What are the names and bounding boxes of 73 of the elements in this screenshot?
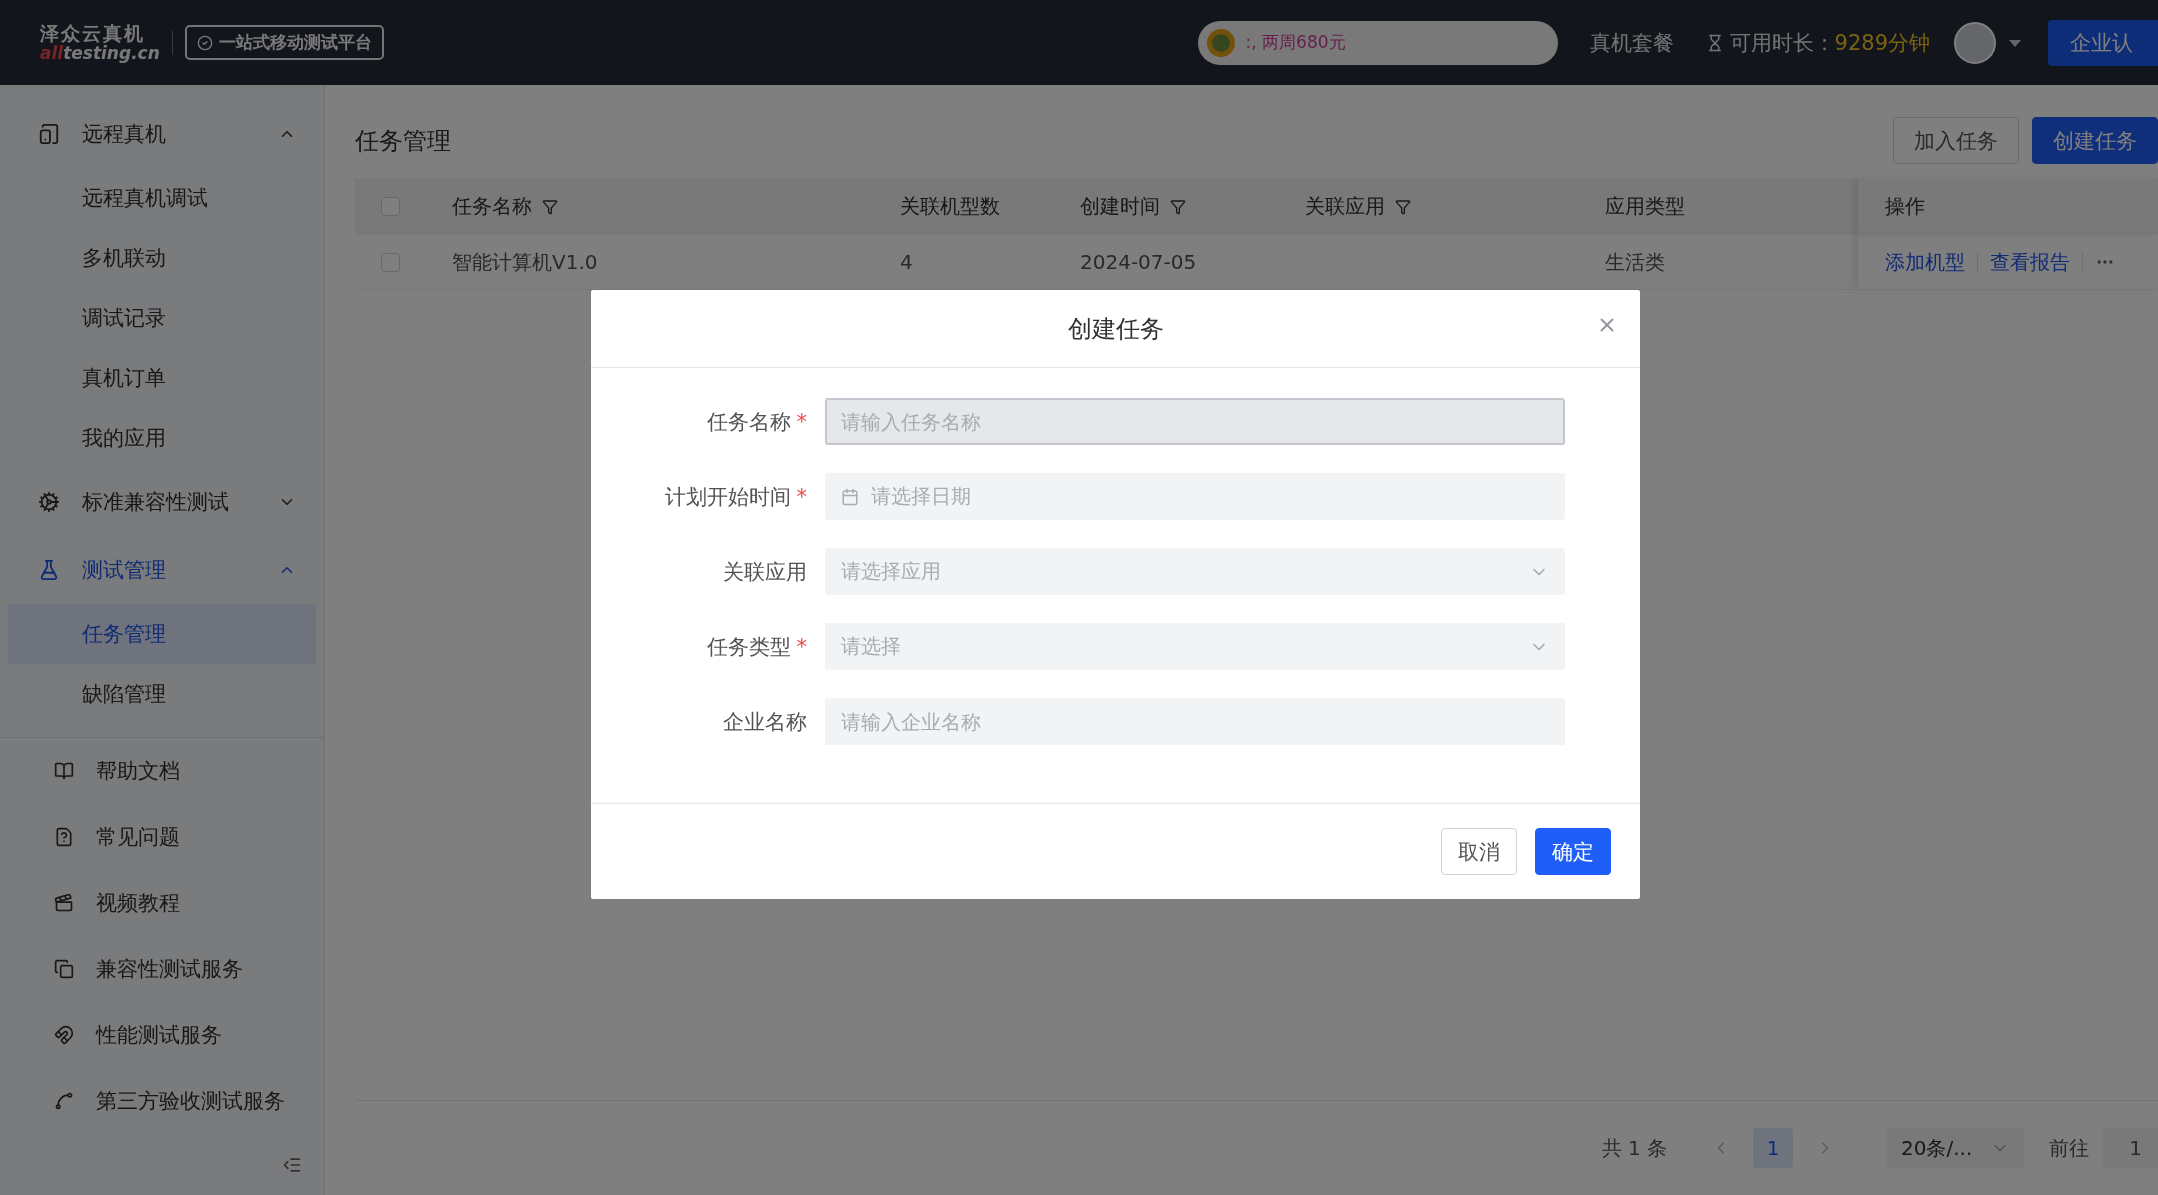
coin-icon [1205, 27, 1236, 58]
sidebar-group[interactable]: 远程真机 [0, 100, 324, 168]
sidebar-group[interactable]: 标准兼容性测试 [0, 468, 324, 536]
filter-icon[interactable] [542, 198, 558, 215]
sidebar-group[interactable]: 测试管理 [0, 536, 324, 604]
total-count: 共 1 条 [1601, 1134, 1667, 1162]
logo-domain: alltesting.cn [40, 43, 160, 63]
confirm-button[interactable]: 确定 [1535, 828, 1611, 875]
page-number[interactable]: 1 [1753, 1128, 1793, 1168]
input-field[interactable]: 请输入企业名称 [825, 698, 1565, 745]
field-label: 企业名称 [723, 708, 807, 736]
required-mark: * [796, 634, 807, 659]
goto-label: 前往 [2049, 1134, 2089, 1162]
promo-banner[interactable]: :, 两周680元 [1197, 20, 1558, 65]
sidebar-item[interactable]: 真机订单 [8, 348, 316, 408]
filter-icon[interactable] [1395, 198, 1411, 215]
device-icon [38, 123, 60, 145]
sidebar-item[interactable]: 我的应用 [8, 408, 316, 468]
join-task-button[interactable]: 加入任务 [1893, 117, 2019, 164]
field-label: 关联应用 [723, 558, 807, 586]
plan-link[interactable]: 真机套餐 [1589, 28, 1674, 57]
sidebar-item[interactable]: 多机联动 [8, 228, 316, 288]
flask-icon [38, 559, 60, 581]
field-label: 任务名称 [706, 408, 791, 436]
cancel-button[interactable]: 取消 [1441, 828, 1517, 875]
sidebar-link[interactable]: 第三方验收测试服务 [0, 1068, 324, 1134]
column-header: 关联应用 [1278, 178, 1578, 235]
required-mark: * [796, 484, 807, 509]
required-mark: * [796, 409, 807, 434]
sidebar-item[interactable]: 调试记录 [8, 288, 316, 348]
sidebar-item[interactable]: 远程真机调试 [8, 168, 316, 228]
sidebar-link[interactable]: 兼容性测试服务 [0, 936, 324, 1002]
page-title: 任务管理 [355, 125, 452, 157]
promo-text: :, 两周680元 [1245, 31, 1346, 54]
input-field[interactable]: 请输入任务名称 [825, 398, 1565, 445]
certify-button[interactable]: 企业认 [2048, 19, 2158, 66]
copy-icon [54, 959, 74, 979]
sidebar-link[interactable]: 性能测试服务 [0, 1002, 324, 1068]
chart-line-icon [54, 1091, 74, 1111]
gear-icon [38, 491, 60, 513]
checkbox[interactable] [380, 197, 400, 216]
column-header: 创建时间 [1053, 178, 1278, 235]
action-link[interactable]: 添加机型 [1885, 248, 1965, 276]
time-label: 可用时长： [1729, 29, 1835, 57]
check-circle-icon [196, 34, 213, 51]
question-icon [54, 827, 74, 847]
action-link[interactable]: 查看报告 [1990, 248, 2070, 276]
column-header: 关联机型数 [873, 178, 1053, 235]
page-size-select[interactable]: 20条/... [1887, 1128, 2024, 1168]
sidebar-item[interactable]: 任务管理 [8, 604, 316, 664]
field-label: 计划开始时间 [664, 483, 791, 511]
column-header: 操作 [1858, 178, 2158, 235]
checkbox[interactable] [380, 252, 400, 272]
sidebar-link[interactable]: 视频教程 [0, 870, 324, 936]
avatar[interactable] [1954, 21, 1996, 64]
column-header: 任务名称 [425, 178, 873, 235]
column-header: 应用类型 [1578, 178, 1858, 235]
goto-input[interactable]: 1 [2103, 1128, 2158, 1168]
sidebar-link[interactable]: 帮助文档 [0, 738, 324, 804]
filter-icon[interactable] [1170, 198, 1186, 215]
book-icon [54, 761, 74, 781]
time-value: 9289分钟 [1834, 29, 1930, 57]
field-label: 任务类型 [706, 633, 791, 661]
sidebar-link[interactable]: 常见问题 [0, 804, 324, 870]
caret-icon[interactable] [2008, 37, 2022, 48]
slogan-badge: 一站式移动测试平台 [184, 25, 384, 60]
logo-name: 泽众云真机 [40, 22, 146, 44]
sidebar-item[interactable]: 缺陷管理 [8, 664, 316, 724]
magnet-icon [54, 1025, 74, 1045]
video-icon [54, 893, 74, 913]
create-task-button[interactable]: 创建任务 [2032, 117, 2158, 164]
dialog-title: 创建任务 [1067, 313, 1164, 345]
calendar-icon [841, 487, 859, 506]
